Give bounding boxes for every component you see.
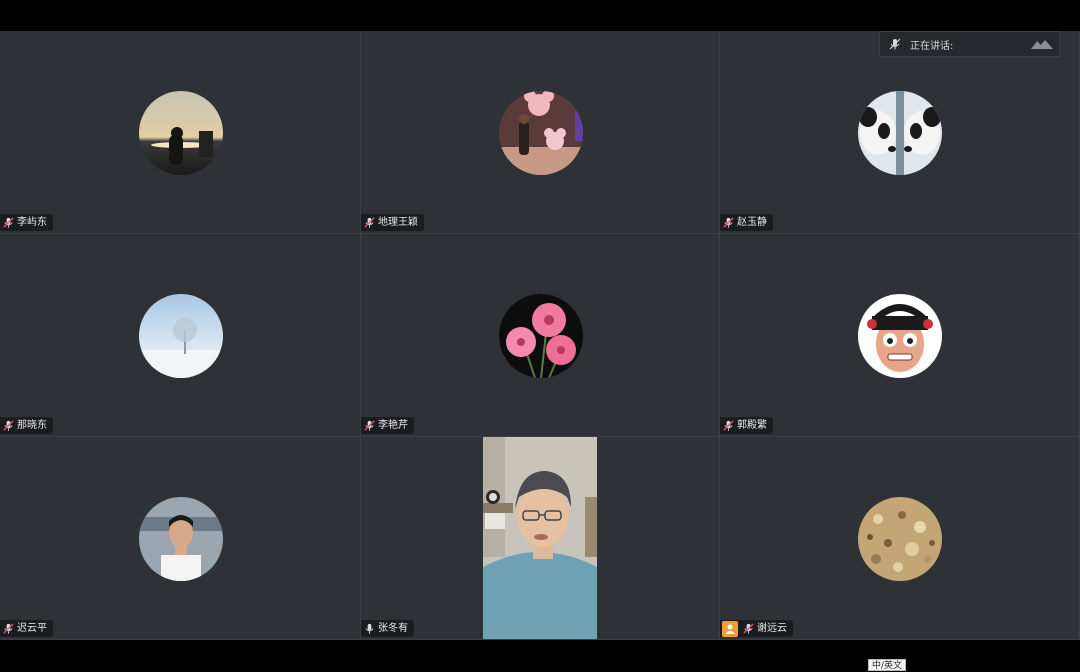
participant-name: 谢远云 bbox=[757, 623, 787, 634]
participant-tile[interactable]: 郭殿繁 bbox=[720, 234, 1080, 437]
participant-name-label: 李艳芹 bbox=[361, 417, 414, 434]
participant-name: 地理王颖 bbox=[378, 217, 418, 228]
participant-name-label: 赵玉静 bbox=[720, 214, 773, 231]
avatar bbox=[858, 90, 942, 175]
participant-tile[interactable]: 赵玉静 bbox=[720, 31, 1080, 234]
mic-muted-icon bbox=[889, 38, 901, 50]
avatar bbox=[138, 496, 223, 581]
top-bar bbox=[0, 0, 1080, 31]
participant-name-label: 迟云平 bbox=[0, 620, 53, 637]
video-feed[interactable] bbox=[483, 437, 597, 639]
avatar bbox=[858, 293, 942, 378]
user-icon bbox=[722, 620, 738, 637]
mic-muted-icon bbox=[3, 217, 14, 228]
mic-muted-icon bbox=[3, 420, 14, 431]
mic-muted-icon bbox=[723, 217, 734, 228]
bottom-bar bbox=[0, 640, 1080, 671]
participant-tile[interactable]: 地理王颖 bbox=[361, 31, 720, 234]
avatar bbox=[498, 90, 583, 175]
mic-muted-icon bbox=[743, 623, 754, 634]
avatar bbox=[498, 293, 583, 378]
mic-muted-icon bbox=[364, 420, 375, 431]
participant-name-label: 谢远云 bbox=[720, 620, 793, 637]
mic-muted-icon bbox=[723, 420, 734, 431]
participant-name-label: 那晓东 bbox=[0, 417, 53, 434]
avatar bbox=[858, 496, 942, 581]
participant-tile[interactable]: 李艳芹 bbox=[361, 234, 720, 437]
speaking-indicator: 正在讲话: bbox=[879, 31, 1060, 57]
participant-tile[interactable]: 谢远云 bbox=[720, 437, 1080, 640]
participant-tile[interactable]: 李屿东 bbox=[0, 31, 361, 234]
participant-name-label: 张冬有 bbox=[361, 620, 414, 637]
participant-name: 那晓东 bbox=[17, 420, 47, 431]
avatar bbox=[138, 293, 223, 378]
mic-muted-icon bbox=[3, 623, 14, 634]
speaking-label: 正在讲话: bbox=[910, 40, 954, 52]
participant-name: 李屿东 bbox=[17, 217, 47, 228]
participant-name: 李艳芹 bbox=[378, 420, 408, 431]
participant-name: 迟云平 bbox=[17, 623, 47, 634]
participant-name: 郭殿繁 bbox=[737, 420, 767, 431]
participant-name-label: 郭殿繁 bbox=[720, 417, 773, 434]
participant-tile[interactable]: 迟云平 bbox=[0, 437, 361, 640]
mic-muted-icon bbox=[364, 217, 375, 228]
participant-name: 张冬有 bbox=[378, 623, 408, 634]
participant-tile[interactable]: 那晓东 bbox=[0, 234, 361, 437]
ime-indicator[interactable]: 中/英文 bbox=[868, 659, 906, 671]
mic-icon bbox=[365, 623, 374, 634]
participant-name: 赵玉静 bbox=[737, 217, 767, 228]
participant-name-label: 李屿东 bbox=[0, 214, 53, 231]
avatar bbox=[138, 90, 223, 175]
participant-name-label: 地理王颖 bbox=[361, 214, 424, 231]
audio-wave-icon bbox=[1031, 40, 1053, 49]
